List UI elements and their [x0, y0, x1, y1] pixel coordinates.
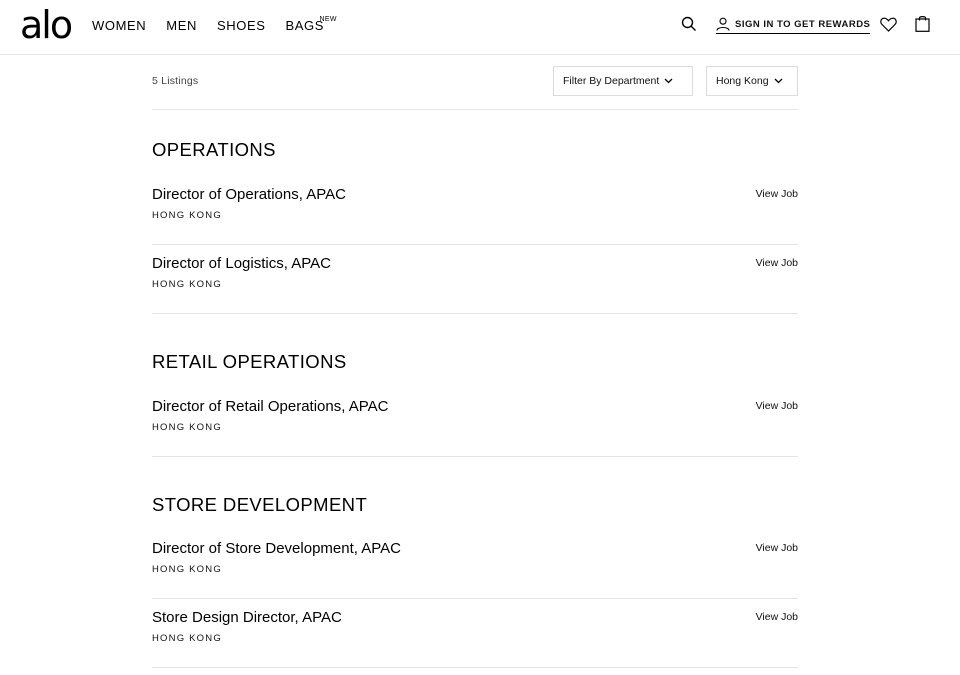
heart-icon[interactable] — [880, 17, 897, 32]
new-badge: NEW — [319, 16, 337, 23]
job-location: HONG KONG — [152, 210, 222, 221]
location-filter[interactable]: Hong Kong — [706, 66, 798, 96]
job-title[interactable]: Director of Operations, APAC — [152, 186, 346, 203]
job-row[interactable]: Store Design Director, APAC HONG KONG Vi… — [152, 599, 798, 668]
department-filter-label: Filter By Department — [563, 75, 660, 87]
nav-shoes[interactable]: SHOES — [217, 18, 266, 34]
sign-in-link[interactable]: SIGN IN TO GET REWARDS — [716, 17, 871, 34]
job-row[interactable]: Director of Store Development, APAC HONG… — [152, 530, 798, 599]
location-filter-label: Hong Kong — [716, 75, 769, 87]
user-icon — [716, 17, 730, 31]
section-title-operations: OPERATIONS — [152, 139, 276, 160]
job-listings: 5 Listings Filter By Department Hong Kon… — [152, 55, 798, 668]
search-icon[interactable] — [681, 16, 697, 32]
bag-icon[interactable] — [915, 15, 930, 32]
logo[interactable]: alo — [20, 5, 73, 45]
view-job-link[interactable]: View Job — [756, 257, 798, 269]
nav-bags[interactable]: BAGS NEW — [285, 16, 337, 34]
listing-count: 5 Listings — [152, 75, 199, 87]
main-nav: WOMEN MEN SHOES BAGS NEW — [92, 16, 344, 34]
job-location: HONG KONG — [152, 279, 222, 290]
view-job-link[interactable]: View Job — [756, 611, 798, 623]
job-location: HONG KONG — [152, 564, 222, 575]
job-row[interactable]: Director of Retail Operations, APAC HONG… — [152, 388, 798, 457]
job-title[interactable]: Director of Logistics, APAC — [152, 255, 331, 272]
job-location: HONG KONG — [152, 422, 222, 433]
job-title[interactable]: Director of Retail Operations, APAC — [152, 398, 388, 415]
nav-bags-label: BAGS — [285, 18, 325, 33]
sign-in-label: SIGN IN TO GET REWARDS — [735, 18, 871, 30]
filter-bar: 5 Listings Filter By Department Hong Kon… — [152, 55, 798, 110]
nav-women[interactable]: WOMEN — [92, 18, 146, 34]
chevron-down-icon — [774, 78, 783, 84]
job-row[interactable]: Director of Logistics, APAC HONG KONG Vi… — [152, 245, 798, 314]
section-title-retail-operations: RETAIL OPERATIONS — [152, 351, 347, 372]
job-title[interactable]: Store Design Director, APAC — [152, 609, 342, 626]
department-filter[interactable]: Filter By Department — [553, 66, 693, 96]
job-row[interactable]: Director of Operations, APAC HONG KONG V… — [152, 176, 798, 245]
job-title[interactable]: Director of Store Development, APAC — [152, 540, 401, 557]
chevron-down-icon — [664, 78, 673, 84]
site-header: alo WOMEN MEN SHOES BAGS NEW SIGN IN TO … — [0, 0, 960, 55]
view-job-link[interactable]: View Job — [756, 188, 798, 200]
view-job-link[interactable]: View Job — [756, 542, 798, 554]
view-job-link[interactable]: View Job — [756, 400, 798, 412]
nav-men[interactable]: MEN — [166, 18, 197, 34]
section-title-store-development: STORE DEVELOPMENT — [152, 494, 368, 515]
job-location: HONG KONG — [152, 633, 222, 644]
